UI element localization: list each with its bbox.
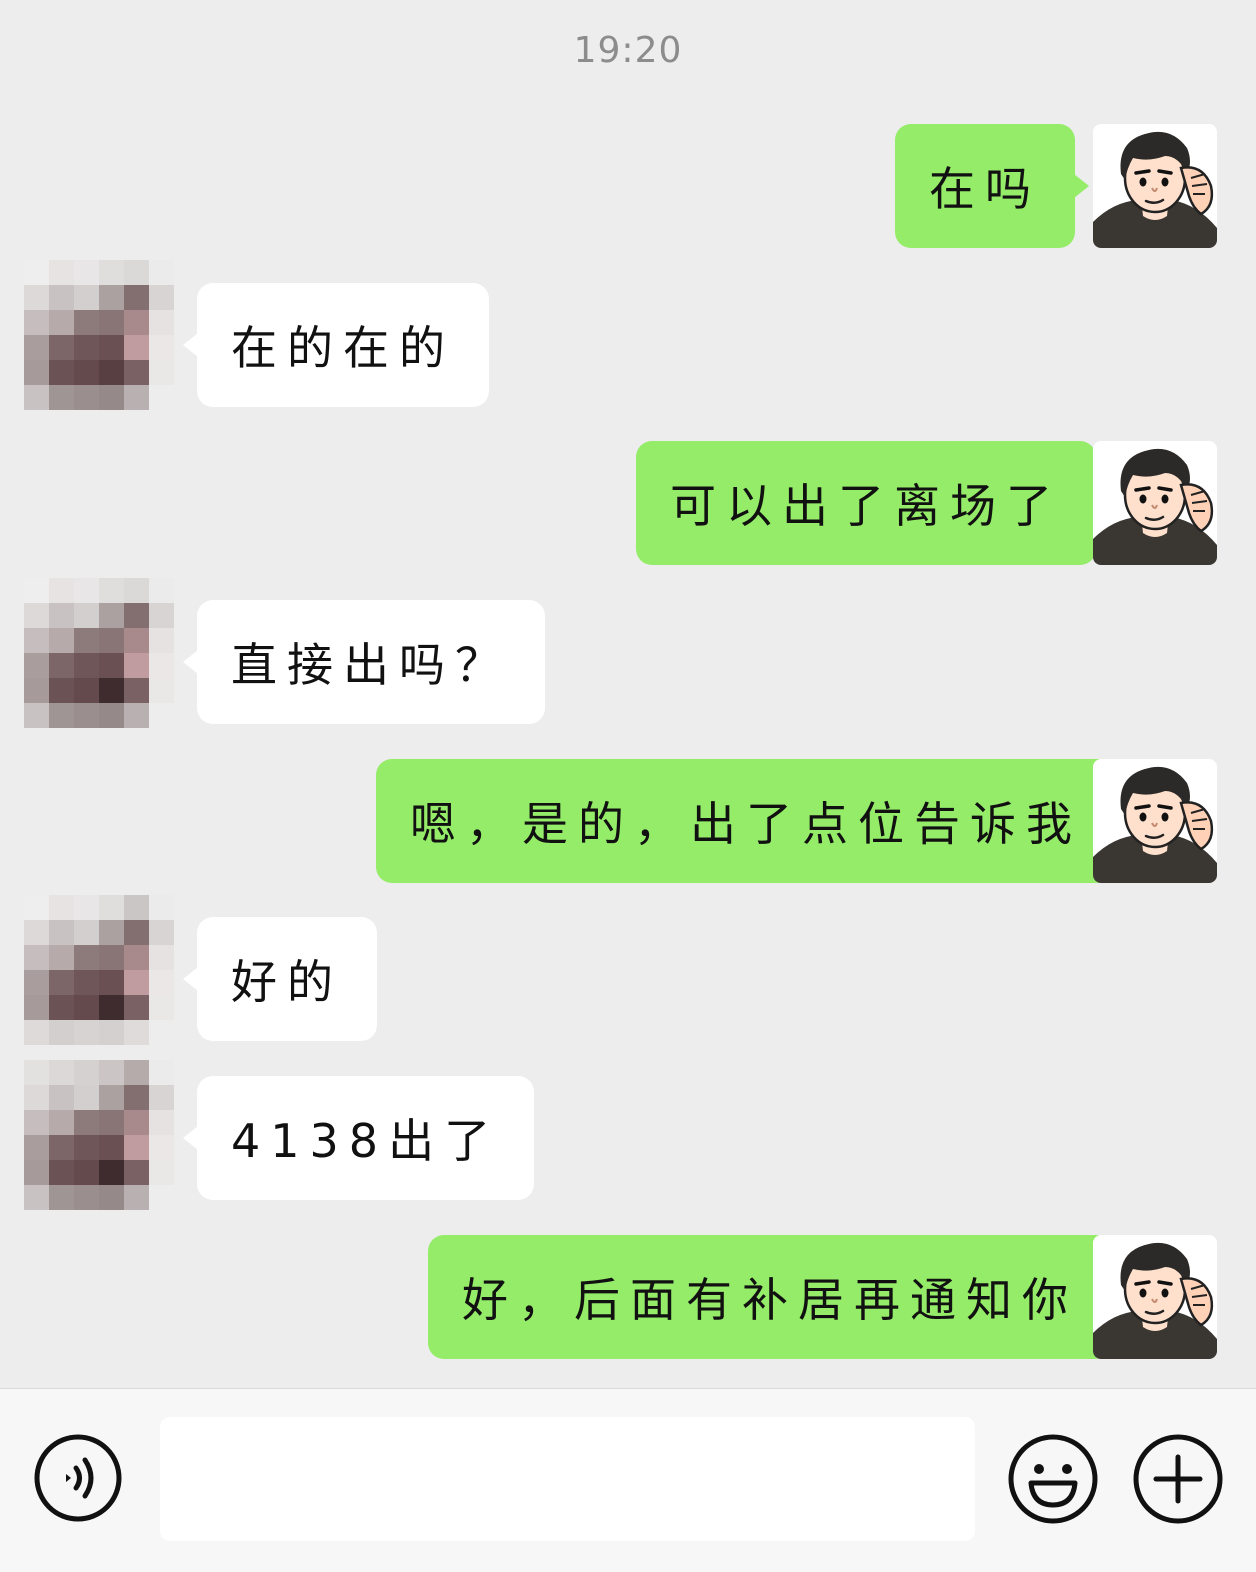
- message-text: 好，后面有补居再通知你: [462, 1273, 1078, 1327]
- my-message-bubble[interactable]: 可以出了离场了: [636, 441, 1110, 565]
- contact-message-bubble[interactable]: 在的在的: [183, 283, 489, 407]
- message-text: 好的: [231, 955, 343, 1009]
- input-bar: [0, 1388, 1256, 1572]
- contact-avatar[interactable]: [24, 1060, 174, 1210]
- message-text: 4138出了: [231, 1114, 501, 1168]
- chat-area: 19:20 在吗 在的在的 可以出了离场了 直接出吗？ 嗯，是的，出了点位告诉我…: [0, 0, 1256, 1388]
- contact-avatar[interactable]: [24, 895, 174, 1045]
- contact-message-bubble[interactable]: 直接出吗？: [183, 600, 545, 724]
- my-message-bubble[interactable]: 嗯，是的，出了点位告诉我: [376, 759, 1130, 883]
- message-text: 在吗: [929, 162, 1041, 216]
- my-message-bubble[interactable]: 在吗: [895, 124, 1089, 248]
- my-message-bubble[interactable]: 好，后面有补居再通知你: [428, 1235, 1126, 1359]
- message-text: 嗯，是的，出了点位告诉我: [410, 797, 1082, 851]
- my-avatar[interactable]: [1093, 1235, 1217, 1359]
- message-input[interactable]: [160, 1417, 975, 1541]
- message-text: 直接出吗？: [231, 638, 511, 692]
- my-avatar[interactable]: [1093, 441, 1217, 565]
- my-avatar[interactable]: [1093, 124, 1217, 248]
- my-avatar[interactable]: [1093, 759, 1217, 883]
- contact-message-bubble[interactable]: 4138出了: [182, 1076, 535, 1200]
- message-timestamp: 19:20: [573, 30, 683, 71]
- voice-icon[interactable]: [33, 1433, 123, 1523]
- message-text: 在的在的: [231, 321, 455, 375]
- emoji-icon[interactable]: [1007, 1433, 1099, 1525]
- message-text: 可以出了离场了: [670, 479, 1062, 533]
- contact-message-bubble[interactable]: 好的: [183, 917, 377, 1041]
- contact-avatar[interactable]: [24, 260, 174, 410]
- plus-icon[interactable]: [1132, 1433, 1224, 1525]
- contact-avatar[interactable]: [24, 578, 174, 728]
